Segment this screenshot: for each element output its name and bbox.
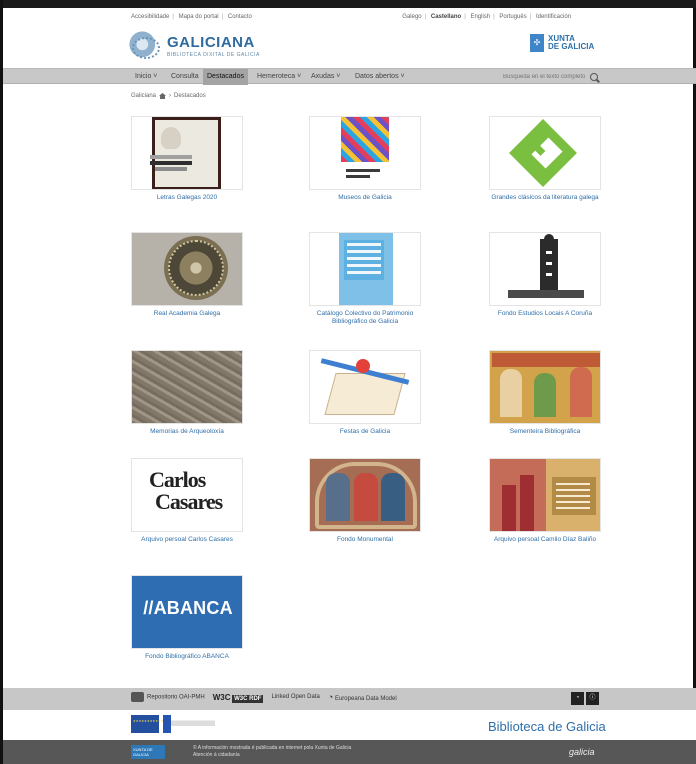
utility-right: Galego | Castellano | English | Português | …: [402, 14, 571, 20]
linked-open-data-link[interactable]: Linked Open Data: [271, 694, 319, 700]
collection-caption[interactable]: Real Academia Galega: [131, 310, 243, 318]
breadcrumb-separator: ›: [169, 93, 172, 99]
site-title: GALICIANA: [167, 34, 255, 51]
collection-card[interactable]: //ABANCA Fondo Bibliográfico ABANCA: [131, 575, 243, 661]
collection-card[interactable]: Sementeira Bibliográfica: [489, 350, 601, 436]
utility-links: Accesibilidade | Mapa do portal | Contacto…: [131, 14, 571, 26]
collection-card[interactable]: Fondo Estudios Locais A Coruña: [489, 232, 601, 318]
museos-thumbnail[interactable]: [309, 116, 421, 190]
citizen-service-link[interactable]: Atención á cidadanía: [193, 752, 351, 759]
collection-caption[interactable]: Catálogo Colectivo do Patrimonio Bibliog…: [309, 310, 421, 326]
collection-caption[interactable]: Memorias de Arqueoloxía: [131, 428, 243, 436]
galicia-logo[interactable]: galicia: [569, 747, 595, 757]
search-input[interactable]: [503, 71, 585, 83]
info-icon[interactable]: ⓘ: [586, 692, 599, 705]
nav-destacados[interactable]: Destacados: [203, 69, 248, 85]
breadcrumb-current: Destacados: [174, 93, 206, 99]
monumental-thumbnail[interactable]: [309, 458, 421, 532]
contact-link[interactable]: Contacto: [228, 14, 252, 20]
eu-flag-icon: [131, 715, 166, 733]
collection-caption[interactable]: Festas de Galicia: [309, 428, 421, 436]
lang-english[interactable]: English: [470, 14, 490, 20]
footer-links-bar: Repositorio OAI-PMH W3C W3C RDF Linked O…: [3, 688, 696, 710]
xunta-logo[interactable]: ✣ XUNTA DE GALICIA: [530, 34, 594, 52]
collection-caption[interactable]: Fondo Bibliográfico ABANCA: [131, 653, 243, 661]
collection-card[interactable]: Real Academia Galega: [131, 232, 243, 318]
home-icon[interactable]: [159, 93, 167, 99]
nav-inicio[interactable]: Inicio ˅: [135, 69, 157, 85]
lang-castellano[interactable]: Castellano: [431, 14, 461, 20]
collection-caption[interactable]: Grandes clásicos da literatura galega: [489, 194, 601, 202]
sementeira-thumbnail[interactable]: [489, 350, 601, 424]
galiciana-logo-icon: [127, 29, 161, 63]
rdf-link[interactable]: W3C W3C RDF: [212, 692, 264, 703]
archaeology-thumbnail[interactable]: [131, 350, 243, 424]
letras-galegas-thumbnail[interactable]: [131, 116, 243, 190]
europeana-link[interactable]: ◔ Europeana Data Model: [328, 692, 397, 702]
classics-thumbnail[interactable]: [489, 116, 601, 190]
footer-government: XUNTA DE GALICIA © A información mostrad…: [3, 740, 696, 764]
collection-caption[interactable]: Museos de Galicia: [309, 194, 421, 202]
xunta-icon: ✣: [530, 34, 544, 52]
collection-caption[interactable]: Sementeira Bibliográfica: [489, 428, 601, 436]
nav-consulta[interactable]: Consulta: [171, 69, 199, 85]
accessibility-link[interactable]: Accesibilidade: [131, 14, 169, 20]
catalog-thumbnail[interactable]: [309, 232, 421, 306]
collection-card[interactable]: Carlos Casares Arquivo persoal Carlos Cas…: [131, 458, 243, 544]
nav-datos-abertos[interactable]: Datos abertos ˅: [355, 69, 405, 85]
collection-card[interactable]: Fondo Monumental: [309, 458, 421, 544]
abanca-thumbnail[interactable]: //ABANCA: [131, 575, 243, 649]
login-link[interactable]: Identificación: [536, 14, 571, 20]
collection-card[interactable]: Arquivo persoal Camilo Díaz Baliño: [489, 458, 601, 544]
breadcrumb: Galiciana › Destacados: [131, 93, 206, 99]
oai-link[interactable]: Repositorio OAI-PMH: [131, 692, 205, 702]
nav-axudas[interactable]: Axudas ˅: [311, 69, 340, 85]
collection-caption[interactable]: Arquivo persoal Carlos Casares: [131, 536, 243, 544]
footer-partners: Biblioteca de Galicia: [3, 710, 696, 740]
library-name[interactable]: Biblioteca de Galicia: [488, 719, 606, 734]
lang-galego[interactable]: Galego: [402, 14, 421, 20]
page-frame: Accesibilidade | Mapa do portal | Contacto…: [0, 0, 696, 764]
site-subtitle: BIBLIOTECA DIXITAL DE GALICIA: [167, 52, 260, 58]
social-links: ◔ ⓘ: [571, 692, 599, 705]
brand-text: GALICIANA BIBLIOTECA DIXITAL DE GALICIA: [167, 34, 260, 58]
collection-caption[interactable]: Fondo Monumental: [309, 536, 421, 544]
collection-card[interactable]: Letras Galegas 2020: [131, 116, 243, 202]
government-text: © A información mostrada é publicada en …: [193, 745, 351, 759]
government-logo[interactable]: XUNTA DE GALICIA: [131, 745, 165, 759]
xunta-text: XUNTA DE GALICIA: [548, 35, 594, 51]
search-bar: [503, 71, 598, 83]
search-icon[interactable]: [590, 73, 598, 81]
collection-card[interactable]: Memorias de Arqueoloxía: [131, 350, 243, 436]
w3c-icon: W3C: [212, 692, 231, 702]
rss-icon[interactable]: ◔: [571, 692, 584, 705]
collection-caption[interactable]: Letras Galegas 2020: [131, 194, 243, 202]
nav-hemeroteca[interactable]: Hemeroteca ˅: [257, 69, 301, 85]
top-border: [3, 0, 696, 8]
breadcrumb-root[interactable]: Galiciana: [131, 93, 156, 99]
local-studies-thumbnail[interactable]: [489, 232, 601, 306]
utility-left: Accesibilidade | Mapa do portal | Contacto: [131, 14, 252, 20]
ministry-logo: [163, 715, 215, 733]
rag-thumbnail[interactable]: [131, 232, 243, 306]
festivals-thumbnail[interactable]: [309, 350, 421, 424]
collection-card[interactable]: Museos de Galicia: [309, 116, 421, 202]
site-map-link[interactable]: Mapa do portal: [179, 14, 219, 20]
repository-icon: [131, 692, 144, 702]
collection-card[interactable]: Catálogo Colectivo do Patrimonio Bibliog…: [309, 232, 421, 326]
carlos-casares-thumbnail[interactable]: Carlos Casares: [131, 458, 243, 532]
main-nav: Inicio ˅ Consulta Destacados Hemeroteca …: [3, 68, 696, 85]
footer-links: Repositorio OAI-PMH W3C W3C RDF Linked O…: [131, 692, 397, 703]
collection-card[interactable]: Festas de Galicia: [309, 350, 421, 436]
collection-caption[interactable]: Fondo Estudios Locais A Coruña: [489, 310, 601, 318]
collection-card[interactable]: Grandes clásicos da literatura galega: [489, 116, 601, 202]
camilo-diaz-thumbnail[interactable]: [489, 458, 601, 532]
lang-portugues[interactable]: Português: [499, 14, 526, 20]
xunta-line-2: DE GALICIA: [548, 42, 595, 51]
site-brand[interactable]: GALICIANA BIBLIOTECA DIXITAL DE GALICIA: [127, 28, 260, 64]
government-text-line-1: © A información mostrada é publicada en …: [193, 745, 352, 751]
collection-caption[interactable]: Arquivo persoal Camilo Díaz Baliño: [489, 536, 601, 544]
